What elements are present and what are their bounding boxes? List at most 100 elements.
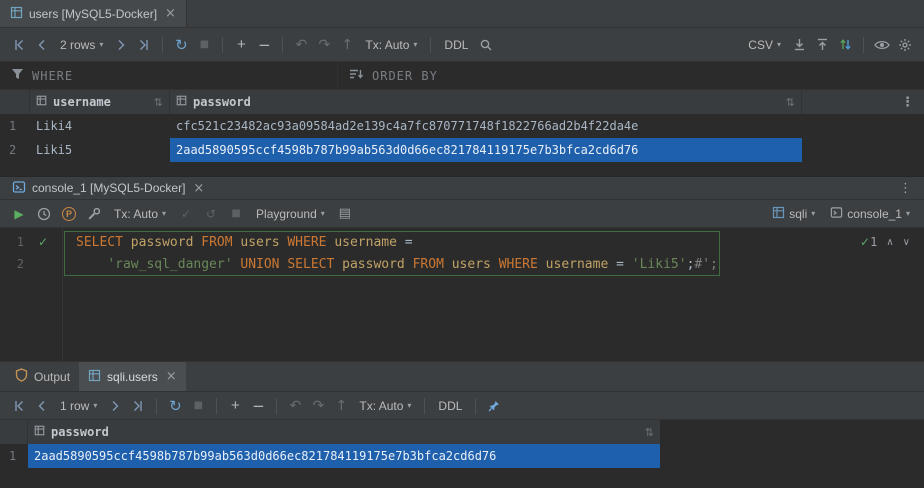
tx-mode-dropdown[interactable]: Tx: Auto▾ <box>359 38 423 52</box>
code-line-1[interactable]: SELECT password FROM users WHERE usernam… <box>62 235 413 250</box>
sort-toggle-icon[interactable]: ⇅ <box>786 96 795 109</box>
close-icon[interactable]: × <box>165 7 176 20</box>
console-tab-title: console_1 [MySQL5-Docker] <box>32 181 185 195</box>
tab-label: Output <box>34 370 70 384</box>
close-icon[interactable]: × <box>193 182 204 195</box>
tab-result-grid[interactable]: sqli.users × <box>79 362 186 391</box>
submit-icon[interactable]: ↑ <box>336 34 358 56</box>
last-page-icon[interactable] <box>127 395 149 417</box>
column-header-password[interactable]: password ⇅ <box>28 420 660 444</box>
view-options-eye-icon[interactable] <box>871 34 893 56</box>
import-upload-icon[interactable] <box>811 34 833 56</box>
sql-editor[interactable]: 1 ✓ SELECT password FROM users WHERE use… <box>0 228 924 362</box>
first-page-icon[interactable] <box>8 395 30 417</box>
console-options-kebab-icon[interactable]: ⋮ <box>895 181 916 196</box>
line-number: 2 <box>0 257 24 271</box>
column-header-password[interactable]: password ⇅ <box>170 90 802 114</box>
wrench-settings-icon[interactable] <box>83 203 105 225</box>
row-count-dropdown[interactable]: 1 row▾ <box>54 399 103 413</box>
redo-icon[interactable]: ↷ <box>313 34 335 56</box>
console-small-icon <box>830 206 843 222</box>
export-download-icon[interactable] <box>788 34 810 56</box>
schema-selector[interactable]: sqli▾ <box>766 206 821 222</box>
submit-icon[interactable]: ↑ <box>330 395 352 417</box>
tab-output[interactable]: Output <box>6 362 79 391</box>
prev-page-icon[interactable] <box>31 395 53 417</box>
tab-console[interactable]: console_1 [MySQL5-Docker] × <box>8 180 208 197</box>
result-tab-bar: Output sqli.users × <box>0 362 924 392</box>
row-number: 1 <box>0 119 30 133</box>
revert-icon[interactable]: ↶ <box>290 34 312 56</box>
ddl-button[interactable]: DDL <box>432 399 468 413</box>
users-grid-header: username ⇅ password ⇅ ⋮ <box>0 90 924 114</box>
profile-icon[interactable]: P <box>58 203 80 225</box>
inspection-widget[interactable]: ✓1 ∧ ∨ <box>860 235 910 249</box>
result-table-row: 1 2aad5890595ccf4598b787b99ab563d0d66ec8… <box>0 444 924 468</box>
close-icon[interactable]: × <box>166 370 177 383</box>
add-row-icon[interactable]: + <box>224 395 246 417</box>
cell-password-selected[interactable]: 2aad5890595ccf4598b787b99ab563d0d66ec821… <box>170 138 802 162</box>
tx-mode-dropdown[interactable]: Tx: Auto▾ <box>353 399 417 413</box>
inspection-ok-icon: ✓ <box>860 235 870 249</box>
column-label: username <box>53 95 111 109</box>
cell-username[interactable]: Liki4 <box>30 114 170 138</box>
settings-gear-icon[interactable] <box>894 34 916 56</box>
cell-password-selected[interactable]: 2aad5890595ccf4598b787b99ab563d0d66ec821… <box>28 444 660 468</box>
console-tab-bar: console_1 [MySQL5-Docker] × ⋮ <box>0 176 924 200</box>
cell-username[interactable]: Liki5 <box>30 138 170 162</box>
prev-page-icon[interactable] <box>31 34 53 56</box>
export-format-dropdown[interactable]: CSV▾ <box>742 38 787 52</box>
bottom-filler <box>0 468 924 488</box>
prev-problem-icon[interactable]: ∧ <box>886 237 893 248</box>
tab-users-grid[interactable]: users [MySQL5-Docker] × <box>0 0 187 27</box>
stop-icon[interactable]: ■ <box>187 395 209 417</box>
next-page-icon[interactable] <box>104 395 126 417</box>
delete-row-icon[interactable]: − <box>247 395 269 417</box>
sync-compare-icon[interactable] <box>834 34 856 56</box>
delete-row-icon[interactable]: − <box>253 34 275 56</box>
add-row-icon[interactable]: + <box>230 34 252 56</box>
shield-icon <box>15 368 28 385</box>
console-stop-icon[interactable]: ■ <box>225 203 247 225</box>
execution-time-clock-icon[interactable] <box>33 203 55 225</box>
result-grid-header: password ⇅ <box>0 420 660 444</box>
row-number: 1 <box>0 449 28 463</box>
output-layout-icon[interactable]: ▤ <box>334 203 356 225</box>
run-icon[interactable]: ▶ <box>8 203 30 225</box>
refresh-icon[interactable]: ↻ <box>164 395 186 417</box>
column-header-username[interactable]: username ⇅ <box>30 90 170 114</box>
next-problem-icon[interactable]: ∨ <box>903 237 910 248</box>
console-selector[interactable]: console_1▾ <box>824 206 916 222</box>
last-page-icon[interactable] <box>133 34 155 56</box>
redo-icon[interactable]: ↷ <box>307 395 329 417</box>
grid-toolbar: 2 rows▾ ↻ ■ + − ↶ ↷ ↑ Tx: Auto▾ DDL CSV▾ <box>0 28 924 62</box>
rollback-icon[interactable]: ↺ <box>200 203 222 225</box>
row-number: 2 <box>0 143 30 157</box>
inspection-count: 1 <box>870 235 877 249</box>
next-page-icon[interactable] <box>110 34 132 56</box>
column-grid-icon <box>176 95 187 109</box>
sort-toggle-icon[interactable]: ⇅ <box>645 426 654 439</box>
where-filter-field[interactable]: WHERE <box>0 62 338 89</box>
table-icon <box>88 369 101 385</box>
row-count-dropdown[interactable]: 2 rows▾ <box>54 38 109 52</box>
commit-check-icon[interactable]: ✓ <box>175 203 197 225</box>
playground-dropdown[interactable]: Playground▾ <box>250 207 331 221</box>
console-tx-dropdown[interactable]: Tx: Auto▾ <box>108 207 172 221</box>
refresh-icon[interactable]: ↻ <box>170 34 192 56</box>
pin-tab-icon[interactable] <box>483 395 505 417</box>
code-line-2[interactable]: 'raw_sql_danger' UNION SELECT password F… <box>62 257 718 272</box>
first-page-icon[interactable] <box>8 34 30 56</box>
header-filler: ⋮ <box>802 90 924 114</box>
ddl-button[interactable]: DDL <box>438 38 474 52</box>
search-icon[interactable] <box>475 34 497 56</box>
sort-toggle-icon[interactable]: ⇅ <box>154 96 163 109</box>
revert-icon[interactable]: ↶ <box>284 395 306 417</box>
grid-options-kebab-icon[interactable]: ⋮ <box>897 95 918 110</box>
order-by-field[interactable]: ORDER BY <box>338 62 449 89</box>
filter-funnel-icon <box>11 67 24 85</box>
table-row: 1 Liki4 cfc521c23482ac93a09584ad2e139c4a… <box>0 114 924 138</box>
datagrip-window: users [MySQL5-Docker] × 2 rows▾ ↻ ■ + − … <box>0 0 924 488</box>
stop-icon[interactable]: ■ <box>193 34 215 56</box>
cell-password[interactable]: cfc521c23482ac93a09584ad2e139c4a7fc87077… <box>170 114 802 138</box>
